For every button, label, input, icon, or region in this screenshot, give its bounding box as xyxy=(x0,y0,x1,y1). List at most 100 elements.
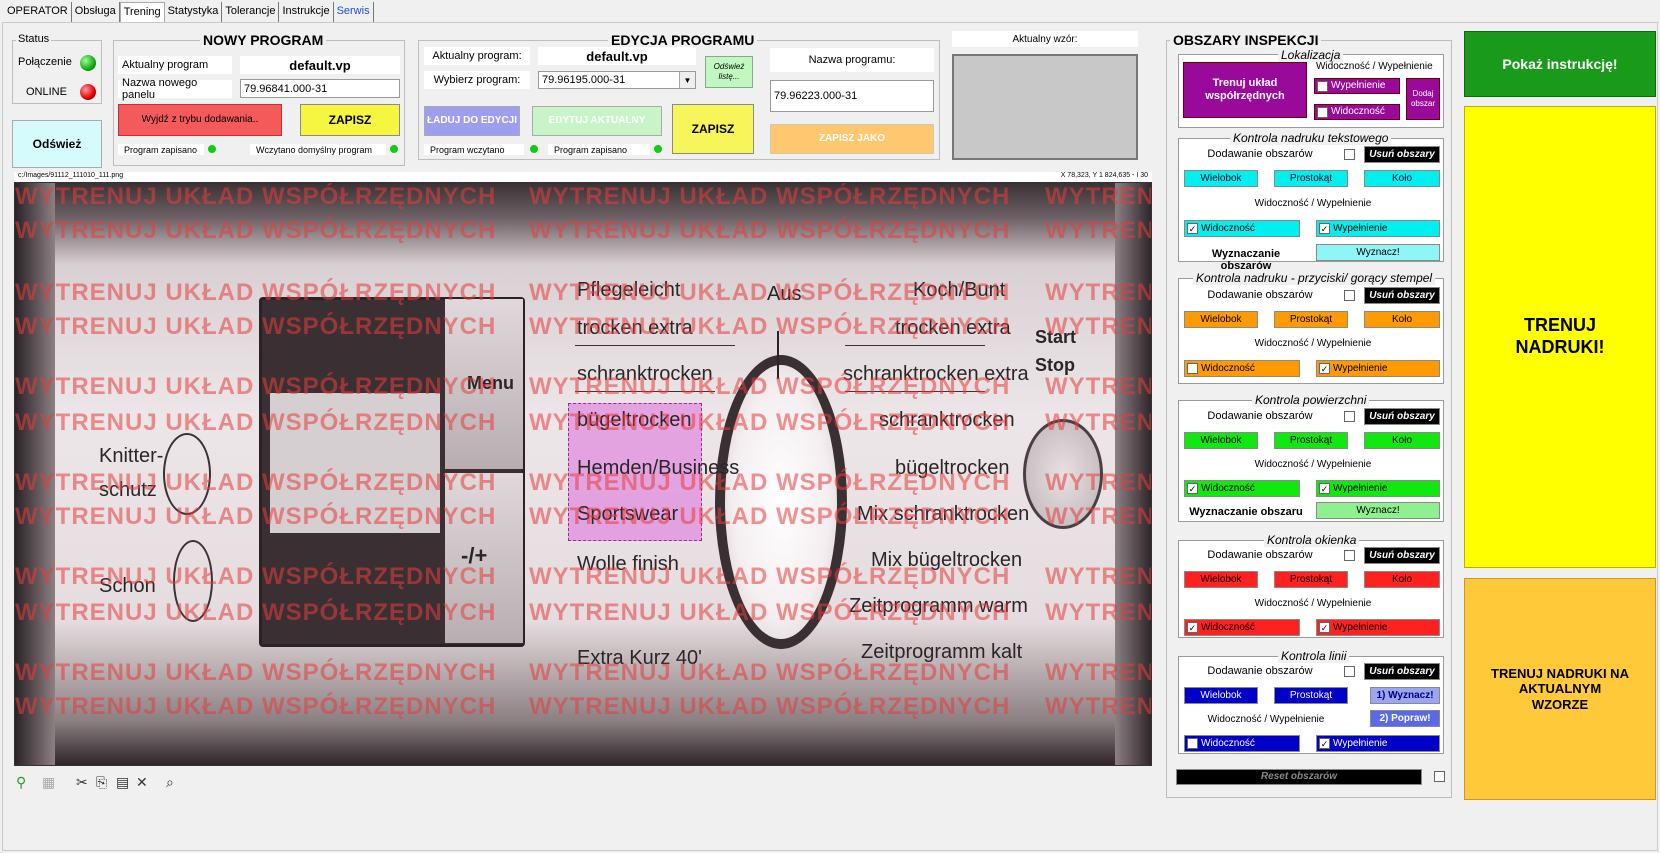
line-remove-button[interactable]: Usuń obszary xyxy=(1364,663,1440,680)
window-visibility-toggle[interactable]: ✓ Widoczność xyxy=(1184,619,1300,636)
text-print-polygon-button[interactable]: Wielobok xyxy=(1184,170,1258,187)
tab-trening[interactable]: Trening xyxy=(119,2,165,22)
line-add-checkbox[interactable] xyxy=(1344,666,1355,677)
text-print-circle-button[interactable]: Koło xyxy=(1364,170,1440,187)
text-print-vis-fill-label: Widoczność / Wypełnienie xyxy=(1254,198,1372,209)
panel-name-input[interactable]: 79.96841.000-31 xyxy=(240,79,400,98)
edit-save-button[interactable]: ZAPISZ xyxy=(672,104,754,154)
watermark: WYTRENUJ UKŁAD WSPÓŁRZĘDNYCH xyxy=(1045,217,1152,244)
text-print-fill-toggle[interactable]: ✓ Wypełnienie xyxy=(1316,220,1440,237)
load-to-edit-button[interactable]: ŁADUJ DO EDYCJI xyxy=(424,106,520,136)
checkbox-checked-icon[interactable]: ✓ xyxy=(1187,483,1198,494)
surface-vis-fill-label: Widoczność / Wypełnienie xyxy=(1254,459,1372,470)
surface-rect-button[interactable]: Prostokąt xyxy=(1274,432,1348,449)
line-polygon-button[interactable]: Wielobok xyxy=(1184,687,1258,704)
zoom-icon[interactable]: ⌕ xyxy=(166,774,174,791)
paste-icon[interactable]: ▤ xyxy=(116,774,129,791)
line-fill-toggle[interactable]: ✓ Wypełnienie xyxy=(1316,735,1440,752)
checkbox-checked-icon[interactable]: ✓ xyxy=(1187,223,1198,234)
tab-bar: OPERATOR Obsługa Trening Statystyka Tole… xyxy=(4,2,374,22)
text-print-rect-button[interactable]: Prostokąt xyxy=(1274,170,1348,187)
checkbox-checked-icon[interactable]: ✓ xyxy=(1187,622,1198,633)
surface-fill-label: Wypełnienie xyxy=(1333,482,1388,494)
train-icon[interactable]: ⚲ xyxy=(16,774,26,791)
button-print-add-checkbox[interactable] xyxy=(1344,290,1355,301)
checkbox-unchecked-icon[interactable] xyxy=(1187,738,1198,749)
grid-icon[interactable]: ▦ xyxy=(42,774,55,791)
surface-circle-button[interactable]: Koło xyxy=(1364,432,1440,449)
text-print-add-checkbox[interactable] xyxy=(1344,149,1355,160)
edit-program-saved-indicator: Program zapisano xyxy=(548,144,650,155)
surface-fill-toggle[interactable]: ✓ Wypełnienie xyxy=(1316,480,1440,497)
line-fix-button[interactable]: 2) Popraw! xyxy=(1370,710,1440,727)
tab-obsluga[interactable]: Obsługa xyxy=(71,2,120,22)
add-area-button[interactable]: Dodaj obszar xyxy=(1406,78,1440,120)
checkbox-checked-icon[interactable]: ✓ xyxy=(1319,223,1330,234)
window-rect-button[interactable]: Prostokąt xyxy=(1274,571,1348,588)
checkbox-checked-icon[interactable]: ✓ xyxy=(1319,483,1330,494)
checkbox-checked-icon[interactable]: ✓ xyxy=(1319,738,1330,749)
localization-fill-toggle[interactable]: ✓ Wypełnienie xyxy=(1314,78,1400,94)
window-fill-toggle[interactable]: ✓ Wypełnienie xyxy=(1316,619,1440,636)
reset-areas-button[interactable]: Reset obszarów xyxy=(1176,769,1422,785)
line-visibility-toggle[interactable]: Widoczność xyxy=(1184,735,1300,752)
button-print-remove-button[interactable]: Usuń obszary xyxy=(1364,287,1440,304)
checkbox-checked-icon[interactable]: ✓ xyxy=(1317,81,1328,92)
button-print-polygon-button[interactable]: Wielobok xyxy=(1184,311,1258,328)
tab-statystyka[interactable]: Statystyka xyxy=(164,2,223,22)
train-prints-current-button[interactable]: TRENUJ NADRUKI NA AKTUALNYM WZORZE xyxy=(1464,578,1656,800)
watermark: WYTRENUJ UKŁAD WSPÓŁRZĘDNYCH xyxy=(15,469,497,496)
window-add-checkbox[interactable] xyxy=(1344,550,1355,561)
camera-image[interactable]: Menu -/+ Knitter- schutz Schon Aus Pfleg… xyxy=(14,182,1152,766)
tab-instrukcje[interactable]: Instrukcje xyxy=(279,2,334,22)
surface-add-checkbox[interactable] xyxy=(1344,411,1355,422)
surface-polygon-button[interactable]: Wielobok xyxy=(1184,432,1258,449)
delete-icon[interactable]: ✕ xyxy=(136,774,148,791)
text-print-visibility-toggle[interactable]: ✓ Widoczność xyxy=(1184,220,1300,237)
line-rect-button[interactable]: Prostokąt xyxy=(1274,687,1348,704)
window-remove-button[interactable]: Usuń obszary xyxy=(1364,547,1440,564)
select-program-dropdown[interactable]: 79.96195.000-31 ▼ xyxy=(538,71,696,89)
program-name-input[interactable]: 79.96223.000-31 xyxy=(770,80,934,112)
localization-visibility-toggle[interactable]: ✓ Widoczność xyxy=(1314,104,1400,120)
train-prints-button[interactable]: TRENUJ NADRUKI! xyxy=(1464,106,1656,568)
line-vis-fill-label: Widoczność / Wypełnienie xyxy=(1207,714,1325,725)
surface-title: Kontrola powierzchni xyxy=(1252,393,1370,407)
window-polygon-button[interactable]: Wielobok xyxy=(1184,571,1258,588)
localization-fill-label: Wypełnienie xyxy=(1331,80,1386,91)
button-print-circle-button[interactable]: Koło xyxy=(1364,311,1440,328)
tab-tolerancje[interactable]: Tolerancje xyxy=(222,2,280,22)
text-print-mark-button[interactable]: Wyznacz! xyxy=(1316,244,1440,261)
tab-operator[interactable]: OPERATOR xyxy=(4,2,72,22)
checkbox-checked-icon[interactable]: ✓ xyxy=(1317,107,1328,118)
tab-serwis[interactable]: Serwis xyxy=(333,2,374,22)
edit-current-button[interactable]: EDYTUJ AKTUALNY xyxy=(532,106,662,136)
copy-icon[interactable]: ⎘ xyxy=(96,774,107,791)
button-print-visibility-toggle[interactable]: Widoczność xyxy=(1184,360,1300,377)
checkbox-checked-icon[interactable]: ✓ xyxy=(1319,622,1330,633)
checkbox-unchecked-icon[interactable] xyxy=(1187,363,1198,374)
text-print-remove-button[interactable]: Usuń obszary xyxy=(1364,146,1440,163)
default-loaded-indicator: Wczytano domyślny program xyxy=(250,144,386,155)
refresh-button[interactable]: Odśwież xyxy=(12,120,102,168)
new-program-save-button[interactable]: ZAPISZ xyxy=(300,104,400,136)
show-instruction-button[interactable]: Pokaż instrukcję! xyxy=(1464,31,1656,97)
cut-icon[interactable]: ✂ xyxy=(76,774,88,791)
button-print-vis-fill-label: Widoczność / Wypełnienie xyxy=(1254,338,1372,349)
reset-areas-checkbox[interactable] xyxy=(1434,771,1445,782)
button-print-fill-toggle[interactable]: ✓ Wypełnienie xyxy=(1316,360,1440,377)
save-as-button[interactable]: ZAPISZ JAKO xyxy=(770,124,934,154)
refresh-list-button[interactable]: Odśwież listę... xyxy=(705,56,753,88)
checkbox-checked-icon[interactable]: ✓ xyxy=(1319,363,1330,374)
surface-remove-button[interactable]: Usuń obszary xyxy=(1364,408,1440,425)
window-circle-button[interactable]: Koło xyxy=(1364,571,1440,588)
surface-mark-button[interactable]: Wyznacz! xyxy=(1316,502,1440,519)
watermark: WYTRENUJ UKŁAD WSPÓŁRZĘDNYCH xyxy=(15,279,497,306)
status-legend: Status xyxy=(16,33,52,45)
button-print-rect-button[interactable]: Prostokąt xyxy=(1274,311,1348,328)
exit-add-mode-button[interactable]: Wyjdź z trybu dodawania.. xyxy=(118,104,282,136)
surface-visibility-toggle[interactable]: ✓ Widoczność xyxy=(1184,480,1300,497)
line-mark-button[interactable]: 1) Wyznacz! xyxy=(1370,687,1440,704)
chevron-down-icon[interactable]: ▼ xyxy=(679,72,695,88)
train-coords-button[interactable]: Trenuj układ współrzędnych xyxy=(1183,62,1307,118)
